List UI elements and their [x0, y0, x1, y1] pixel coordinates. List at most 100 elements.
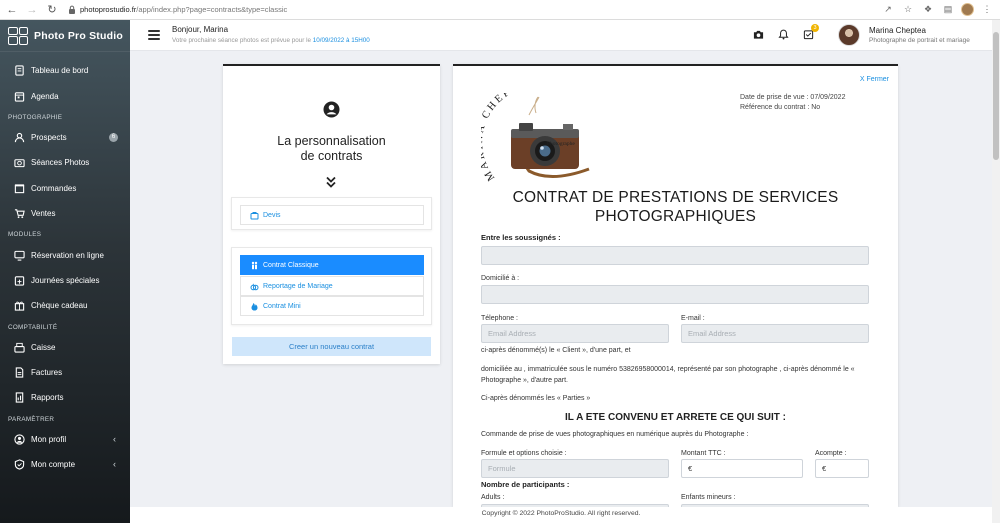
sidebar-item-label: Commandes: [31, 183, 77, 193]
footer: Copyright © 2022 PhotoProStudio. All rig…: [130, 507, 992, 523]
user-circle-icon: [13, 433, 25, 445]
panel-title-line1: La personnalisation: [277, 134, 386, 148]
sidebar-item-prospects[interactable]: Prospects 6: [0, 125, 130, 150]
calendar-plus-icon: [13, 274, 25, 286]
next-session-prefix: Votre prochaine séance photos est prévue…: [172, 37, 313, 44]
sidebar-item-label: Chèque cadeau: [31, 301, 88, 311]
sidebar-item-label: Tableau de bord: [31, 66, 89, 76]
sidebar-item-agenda[interactable]: Agenda: [0, 83, 130, 108]
cart-icon: [13, 208, 25, 220]
box-icon: [13, 182, 25, 194]
star-icon[interactable]: ☆: [901, 2, 915, 16]
people-icon: [250, 261, 259, 270]
montant-label: Montant TTC :: [681, 450, 726, 457]
contract-option-mariage[interactable]: Reportage de Mariage: [240, 276, 424, 296]
user-circle-icon: [323, 101, 340, 118]
sidebar-item-cheque[interactable]: Chèque cadeau: [0, 293, 130, 318]
acompte-input[interactable]: €: [815, 459, 869, 478]
back-icon[interactable]: ←: [4, 2, 20, 18]
panel-title: La personnalisation de contrats: [223, 134, 440, 164]
sidebar-item-label: Mon compte: [31, 460, 76, 470]
sidebar-item-ventes[interactable]: Ventes: [0, 201, 130, 226]
briefcase-icon: [250, 211, 259, 220]
sidebar-item-label: Ventes: [31, 209, 56, 219]
invoice-icon: [13, 367, 25, 379]
sidebar-item-mon-compte[interactable]: Mon compte ‹: [0, 452, 130, 477]
sidebar-item-reservation[interactable]: Réservation en ligne: [0, 242, 130, 267]
contract-label: Contrat Mini: [263, 302, 301, 310]
fire-icon: [250, 302, 259, 311]
logo-subtitle-text: Photographe: [547, 141, 575, 147]
sidebar-item-rapports[interactable]: Rapports: [0, 385, 130, 410]
new-contract-button[interactable]: Creer un nouveau contrat: [232, 337, 431, 356]
contract-title-line2: PHOTOGRAPHIQUES: [594, 208, 757, 225]
reload-icon[interactable]: ↻: [44, 2, 60, 18]
sidebar-item-dashboard[interactable]: Tableau de bord: [0, 58, 130, 83]
extensions-icon[interactable]: ❖: [921, 2, 935, 16]
section-modules: MODULES: [8, 231, 42, 239]
acompte-label: Acompte :: [815, 450, 847, 457]
browser-menu-icon[interactable]: ⋮: [980, 2, 994, 16]
contract-option-classique[interactable]: Contrat Classique: [240, 255, 424, 275]
contract-label: Contrat Classique: [263, 261, 319, 269]
url-domain: photoprostudio.fr: [80, 5, 137, 14]
sidebar-item-label: Journées spéciales: [31, 275, 100, 285]
sidebar-item-commandes[interactable]: Commandes: [0, 176, 130, 201]
contracts-list: Contrat Classique Reportage de Mariage C…: [231, 247, 432, 325]
copyright: Copyright © 2022 PhotoProStudio. All rig…: [481, 510, 641, 517]
user-menu[interactable]: Marina Cheptea Photographe de portrait e…: [838, 24, 970, 46]
section-photographie: PHOTOGRAPHIE: [8, 113, 63, 121]
next-session-info: Votre prochaine séance photos est prévue…: [172, 35, 370, 46]
double-chevron-down-icon[interactable]: [324, 176, 338, 188]
next-session-date-link[interactable]: 10/09/2022 à 15H00: [313, 37, 370, 44]
lock-icon: [69, 5, 75, 14]
soussignes-label: Entre les soussignés :: [481, 233, 561, 242]
children-label: Enfants mineurs :: [681, 494, 736, 501]
forward-icon[interactable]: →: [24, 2, 40, 18]
prospects-count-badge: 6: [109, 132, 118, 142]
domicile-label: Domicilié à :: [481, 275, 520, 282]
contract-title-line1: CONTRAT DE PRESTATIONS DE SERVICES: [512, 189, 839, 206]
contract-label: Reportage de Mariage: [263, 282, 333, 290]
montant-input[interactable]: €: [681, 459, 803, 478]
contract-option-mini[interactable]: Contrat Mini: [240, 296, 424, 316]
sidebar-item-mon-profil[interactable]: Mon profil ‹: [0, 427, 130, 452]
parties-text: Ci-après dénommés les « Parties »: [481, 395, 591, 402]
sidebar: Photo Pro Studio Tableau de bord Agenda …: [0, 20, 130, 523]
camera-icon: [13, 157, 25, 169]
sidebar-item-label: Caisse: [31, 342, 56, 352]
bell-icon[interactable]: [777, 28, 790, 41]
sidebar-item-label: Prospects: [31, 132, 67, 142]
chevron-left-icon: ‹: [113, 459, 116, 470]
sidebar-item-caisse[interactable]: Caisse: [0, 335, 130, 360]
user-name: Marina Cheptea: [869, 25, 926, 35]
sidebar-item-seances[interactable]: Séances Photos: [0, 150, 130, 175]
address-bar[interactable]: photoprostudio.fr/app/index.php?page=con…: [68, 3, 768, 17]
brand[interactable]: Photo Pro Studio: [0, 20, 130, 52]
order-text: Commande de prise de vues photographique…: [481, 431, 749, 438]
page-scrollbar[interactable]: [992, 20, 1000, 523]
domicile-input[interactable]: [481, 285, 869, 304]
sidebar-item-factures[interactable]: Factures: [0, 360, 130, 385]
browser-profile-avatar[interactable]: [961, 2, 974, 16]
telephone-input[interactable]: Email Address: [481, 324, 669, 343]
sidebar-item-label: Séances Photos: [31, 158, 90, 168]
camera-icon[interactable]: [752, 28, 765, 41]
share-icon[interactable]: ↗: [881, 2, 895, 16]
formule-input[interactable]: Formule: [481, 459, 669, 478]
messages-icon[interactable]: 3: [802, 24, 819, 41]
sidepanel-icon[interactable]: ▤: [941, 2, 955, 16]
close-button[interactable]: X Fermer: [860, 76, 889, 83]
menu-toggle-icon[interactable]: [148, 30, 160, 40]
sidebar-item-label: Factures: [31, 368, 63, 378]
sidebar-item-journees[interactable]: Journées spéciales: [0, 268, 130, 293]
scrollbar-thumb[interactable]: [993, 32, 999, 160]
devis-option[interactable]: Devis: [240, 205, 424, 225]
client-text: ci-après dénommé(s) le « Client », d'une…: [481, 347, 631, 354]
notification-badge: 3: [811, 24, 819, 32]
user-icon: [13, 131, 25, 143]
photographer-text: domiciliée au , immatriculée sous le num…: [481, 366, 855, 384]
email-input[interactable]: Email Address: [681, 324, 869, 343]
url-path: /app/index.php?page=contracts&type=class…: [136, 5, 288, 14]
soussignes-input[interactable]: [481, 246, 869, 265]
